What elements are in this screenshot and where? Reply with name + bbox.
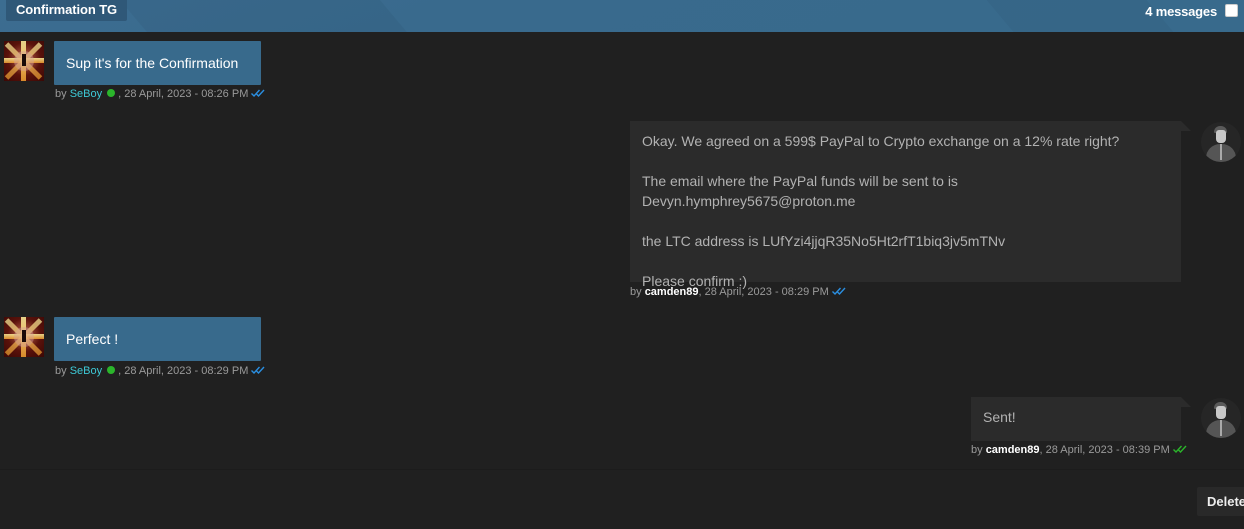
- double-check-icon: [831, 287, 846, 295]
- by-label: by: [630, 286, 642, 298]
- message-meta: by camden89, 28 April, 2023 - 08:39 PM: [971, 443, 1187, 457]
- timestamp: , 28 April, 2023 - 08:39 PM: [1039, 444, 1170, 456]
- message-meta: by camden89, 28 April, 2023 - 08:29 PM: [630, 285, 846, 299]
- message-text: Okay. We agreed on a 599$ PayPal to Cryp…: [642, 133, 1120, 149]
- message-meta: by SeBoy , 28 April, 2023 - 08:26 PM: [55, 87, 265, 101]
- timestamp: , 28 April, 2023 - 08:29 PM: [118, 365, 249, 377]
- message-bubble: Sent!: [971, 397, 1191, 441]
- double-check-icon: [1172, 445, 1187, 453]
- author-link[interactable]: camden89: [986, 444, 1040, 456]
- online-status-icon: [107, 366, 116, 374]
- double-check-icon: [251, 89, 265, 97]
- divider: [0, 469, 1244, 470]
- select-all-checkbox[interactable]: [1225, 4, 1238, 17]
- conversation-header: Confirmation TG 4 messages: [0, 0, 1244, 32]
- message-text: Perfect !: [66, 331, 119, 347]
- avatar-seboy[interactable]: [4, 41, 44, 81]
- avatar-head: [1216, 130, 1226, 143]
- author-link[interactable]: camden89: [645, 286, 699, 298]
- by-label: by: [55, 88, 67, 100]
- online-status-icon: [107, 89, 116, 97]
- message-count: 4 messages: [1145, 4, 1217, 19]
- avatar-seboy[interactable]: [4, 317, 44, 357]
- message-text: Sup it's for the Confirmation: [66, 55, 239, 71]
- message-bubble: Okay. We agreed on a 599$ PayPal to Cryp…: [630, 121, 1191, 289]
- message-meta: by SeBoy , 28 April, 2023 - 08:29 PM: [55, 364, 265, 378]
- avatar-tie: [1220, 420, 1222, 436]
- timestamp: , 28 April, 2023 - 08:29 PM: [698, 286, 829, 298]
- delete-button[interactable]: Delete: [1197, 487, 1244, 516]
- avatar-head: [1216, 406, 1226, 419]
- avatar-figure: [22, 330, 26, 342]
- avatar-tie: [1220, 144, 1222, 160]
- by-label: by: [55, 365, 67, 377]
- avatar-camden89[interactable]: [1201, 398, 1241, 438]
- author-link[interactable]: SeBoy: [70, 88, 102, 100]
- avatar-camden89[interactable]: [1201, 122, 1241, 162]
- avatar-figure: [22, 54, 26, 66]
- message-text: the LTC address is LUfYzi4jjqR35No5Ht2rf…: [642, 233, 1006, 249]
- double-check-icon: [251, 366, 265, 374]
- conversation-title: Confirmation TG: [6, 0, 128, 21]
- by-label: by: [971, 444, 983, 456]
- message-bubble: Perfect !: [54, 317, 261, 361]
- timestamp: , 28 April, 2023 - 08:26 PM: [118, 88, 249, 100]
- author-link[interactable]: SeBoy: [70, 365, 102, 377]
- message-bubble: Sup it's for the Confirmation: [54, 41, 261, 85]
- message-text: The email where the PayPal funds will be…: [642, 173, 958, 209]
- message-text: Sent!: [983, 409, 1016, 425]
